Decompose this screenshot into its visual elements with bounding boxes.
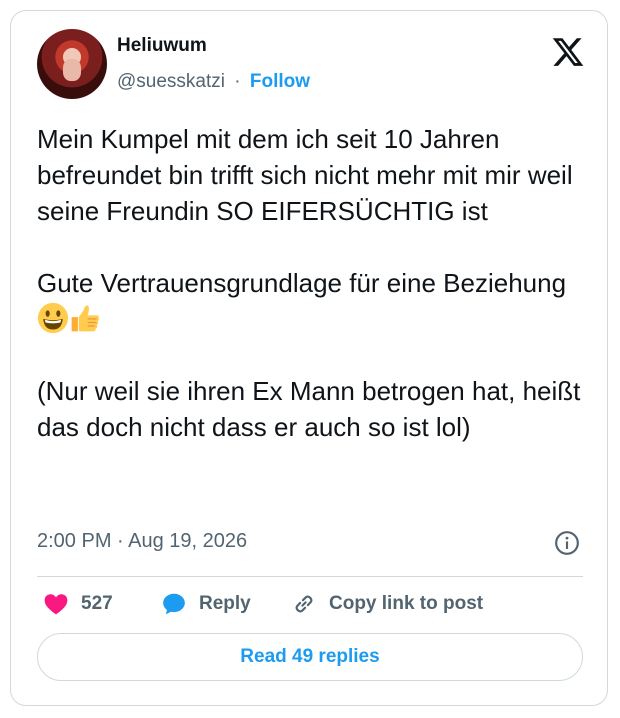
speech-bubble-icon [163,593,185,615]
thumbs-up-emoji [71,305,99,332]
user-handle[interactable]: @suesskatzi [117,71,225,92]
copy-link-button[interactable]: Copy link to post [291,591,483,617]
reply-label: Reply [199,593,251,614]
tweet-timestamp[interactable]: 2:00 PM · Aug 19, 2026 [37,530,247,553]
tweet-card: Heliuwum @suesskatzi · Follow Mein Kumpe… [10,10,608,706]
tweet-paragraph-1: Mein Kumpel mit dem ich seit 10 Jahren b… [37,124,580,226]
like-button[interactable]: 527 [43,591,113,617]
heart-icon [44,594,68,615]
like-count: 527 [81,593,113,614]
divider [37,576,583,577]
x-logo-icon[interactable] [551,35,585,69]
reply-button[interactable]: Reply [161,591,251,617]
handle-row: @suesskatzi · Follow [117,71,310,93]
grinning-face-emoji [37,302,69,334]
avatar-detail [63,59,81,81]
tweet-text: Mein Kumpel mit dem ich seit 10 Jahren b… [37,121,597,445]
info-icon[interactable] [554,530,580,556]
avatar[interactable] [37,29,107,99]
user-display-name[interactable]: Heliuwum [117,35,207,57]
link-icon [295,595,313,613]
separator-dot: · [234,71,241,92]
tweet-paragraph-2: Gute Vertrauensgrundlage für eine Bezieh… [37,268,567,298]
tweet-paragraph-3: (Nur weil sie ihren Ex Mann betrogen hat… [37,376,588,442]
read-replies-button[interactable]: Read 49 replies [37,633,583,681]
copy-link-label: Copy link to post [329,593,484,614]
follow-button[interactable]: Follow [250,71,310,92]
